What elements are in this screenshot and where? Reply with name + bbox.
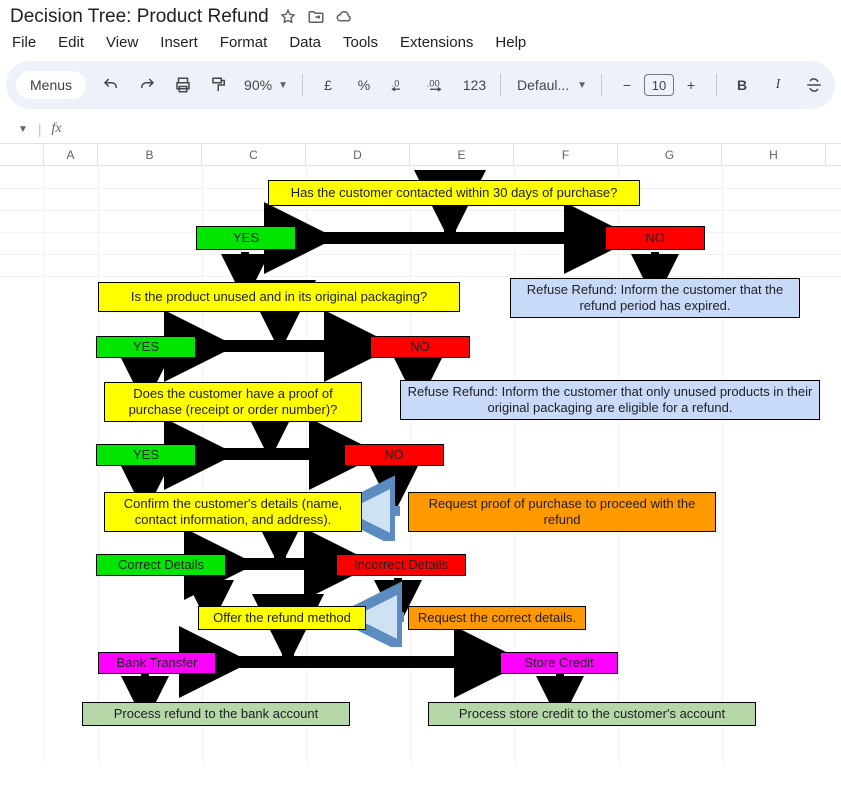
zoom-chevron-down-icon[interactable]: ▼ [278,80,288,91]
star-icon[interactable] [279,8,297,26]
flow-correct-details: Correct Details [96,554,226,576]
menu-insert[interactable]: Insert [160,34,198,51]
formula-bar: ▼ | fx [0,117,841,143]
column-header[interactable]: H [722,144,826,166]
flow-yes-2: YES [96,336,196,358]
toolbar: Menus 90% ▼ £ % .0 .00 123 Defaul... ▼ −… [6,61,835,109]
font-family-chevron-down-icon[interactable]: ▼ [577,80,587,91]
bold-button[interactable]: B [731,73,753,97]
flow-question-3: Does the customer have a proof of purcha… [104,382,362,422]
column-header[interactable]: D [306,144,410,166]
currency-button[interactable]: £ [317,73,339,97]
menu-edit[interactable]: Edit [58,34,84,51]
flow-question-1: Has the customer contacted within 30 day… [268,180,640,206]
decrease-decimal-button[interactable]: .0 [389,73,411,97]
flow-question-2: Is the product unused and in its origina… [98,282,460,312]
column-header[interactable]: C [202,144,306,166]
flow-request-proof: Request proof of purchase to proceed wit… [408,492,716,532]
flow-process-bank: Process refund to the bank account [82,702,350,726]
strikethrough-button[interactable] [803,73,825,97]
flow-refuse-packaging: Refuse Refund: Inform the customer that … [400,380,820,420]
percent-button[interactable]: % [353,73,375,97]
cloud-status-icon[interactable] [335,8,353,26]
menu-file[interactable]: File [12,34,36,51]
italic-button[interactable]: I [767,73,789,97]
flow-yes-1: YES [196,226,296,250]
menu-tools[interactable]: Tools [343,34,378,51]
flow-yes-3: YES [96,444,196,466]
flow-request-correct: Request the correct details. [408,606,586,630]
toolbar-divider [601,74,602,96]
toolbar-divider [302,74,303,96]
increase-decimal-button[interactable]: .00 [425,73,449,97]
menu-format[interactable]: Format [220,34,268,51]
column-header[interactable]: A [44,144,98,166]
flow-no-3: NO [344,444,444,466]
svg-text:.00: .00 [427,79,440,89]
spreadsheet-grid[interactable]: A B C D E F G H [0,143,841,763]
flow-process-store: Process store credit to the customer's a… [428,702,756,726]
print-icon[interactable] [172,73,194,97]
menus-button[interactable]: Menus [16,71,86,99]
svg-text:.0: .0 [392,79,400,89]
font-size-input[interactable]: 10 [644,74,674,96]
font-size-decrease-button[interactable]: − [616,73,638,97]
column-headers: A B C D E F G H [0,144,841,166]
flow-incorrect-details: Incorrect Details [336,554,466,576]
menu-help[interactable]: Help [495,34,526,51]
move-folder-icon[interactable] [307,8,325,26]
name-box-chevron-icon[interactable]: ▼ [18,124,28,135]
document-title[interactable]: Decision Tree: Product Refund [10,6,269,28]
flow-offer-method: Offer the refund method [198,606,366,630]
toolbar-divider [716,74,717,96]
font-family-button[interactable]: Defaul... [515,73,571,97]
menu-extensions[interactable]: Extensions [400,34,473,51]
flow-bank-transfer: Bank Transfer [98,652,216,674]
column-header[interactable]: G [618,144,722,166]
flow-no-2: NO [370,336,470,358]
column-header[interactable]: B [98,144,202,166]
select-all-corner[interactable] [0,144,44,166]
flow-no-1: NO [605,226,705,250]
column-header[interactable]: E [410,144,514,166]
undo-icon[interactable] [100,73,122,97]
font-size-increase-button[interactable]: + [680,73,702,97]
toolbar-divider [500,74,501,96]
column-header[interactable]: F [514,144,618,166]
number-format-123-button[interactable]: 123 [463,73,486,97]
menu-data[interactable]: Data [289,34,321,51]
menu-bar: File Edit View Insert Format Data Tools … [0,30,841,61]
fx-icon: fx [52,121,62,137]
zoom-value[interactable]: 90% [244,73,272,97]
flow-refuse-expired: Refuse Refund: Inform the customer that … [510,278,800,318]
menu-view[interactable]: View [106,34,138,51]
flow-confirm-details: Confirm the customer's details (name, co… [104,492,362,532]
paint-format-icon[interactable] [208,73,230,97]
flow-store-credit: Store Credit [500,652,618,674]
flowchart: Has the customer contacted within 30 day… [0,166,820,746]
redo-icon[interactable] [136,73,158,97]
